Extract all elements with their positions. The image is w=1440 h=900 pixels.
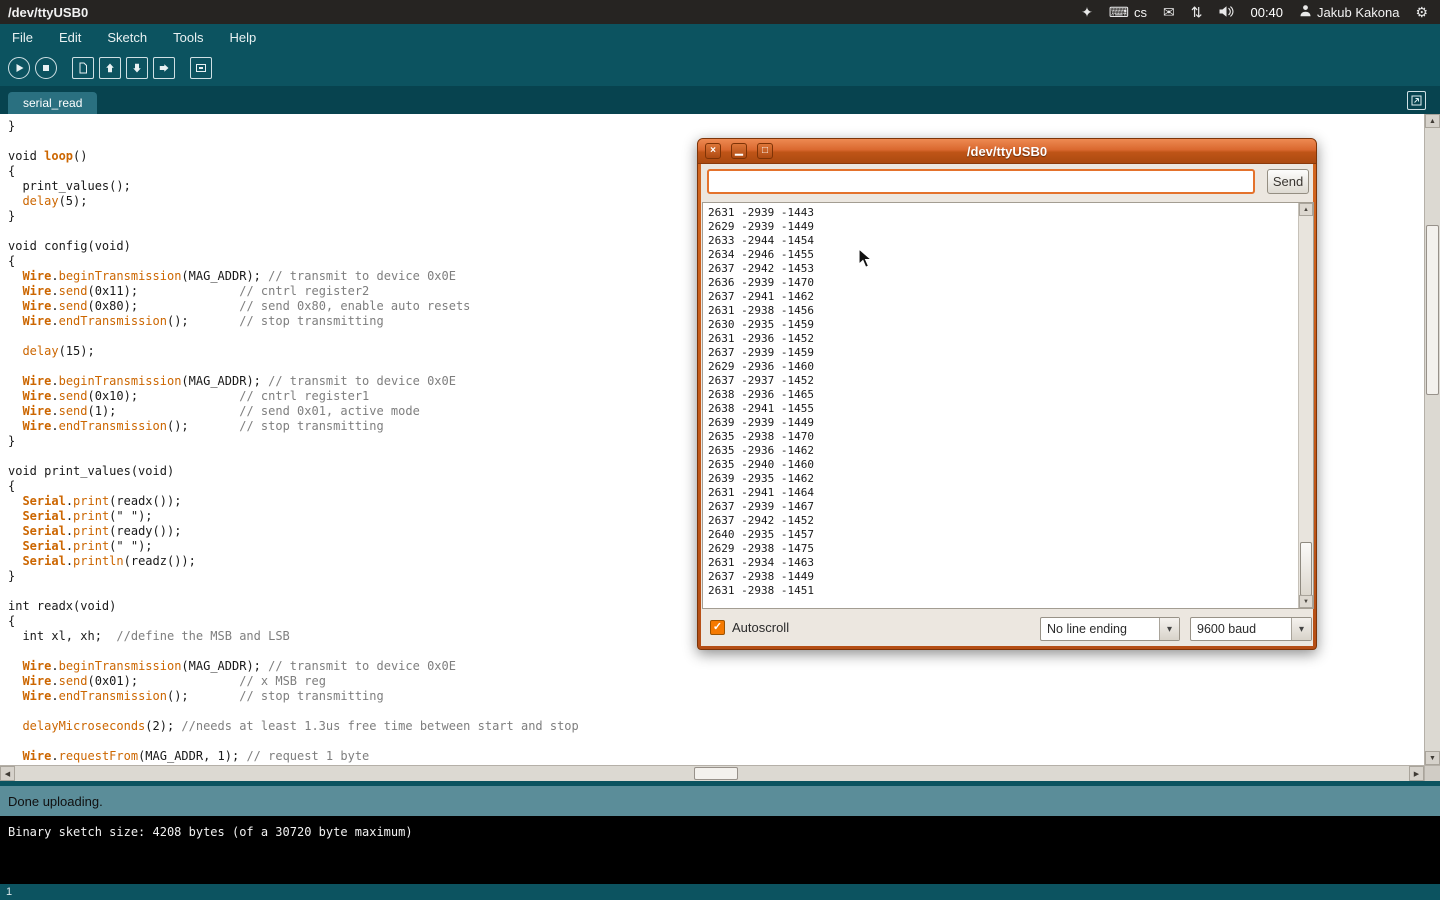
- console-output: Binary sketch size: 4208 bytes (of a 307…: [0, 816, 1440, 884]
- menu-help[interactable]: Help: [229, 30, 256, 45]
- status-bar: Done uploading.: [0, 786, 1440, 816]
- serial-output-area[interactable]: 2631 -2939 -1443 2629 -2939 -1449 2633 -…: [702, 202, 1314, 609]
- scroll-right-button[interactable]: ▶: [1409, 766, 1424, 781]
- current-line-number: 1: [6, 886, 12, 898]
- play-icon: [13, 62, 25, 74]
- serial-send-input[interactable]: [707, 169, 1255, 194]
- baud-rate-value: 9600 baud: [1191, 622, 1291, 636]
- keyboard-layout-indicator[interactable]: ⌨ cs: [1109, 5, 1147, 20]
- verify-button[interactable]: [8, 57, 30, 79]
- new-sketch-button[interactable]: [72, 57, 94, 79]
- serial-scroll-down-button[interactable]: ▼: [1299, 595, 1313, 608]
- editor-vertical-scrollbar[interactable]: ▲ ▼: [1424, 114, 1440, 765]
- serial-monitor-titlebar[interactable]: × ▁ □ /dev/ttyUSB0: [698, 139, 1316, 164]
- arrow-down-icon: [131, 62, 143, 74]
- user-menu[interactable]: Jakub Kakona: [1299, 4, 1399, 20]
- autoscroll-checkbox[interactable]: ✓ Autoscroll: [710, 620, 789, 635]
- serial-monitor-icon: [195, 62, 207, 74]
- serial-output-text: 2631 -2939 -1443 2629 -2939 -1449 2633 -…: [703, 203, 1298, 608]
- tab-menu-icon: [1411, 95, 1422, 106]
- panel-window-title: /dev/ttyUSB0: [0, 5, 88, 20]
- serial-scroll-up-button[interactable]: ▲: [1299, 203, 1313, 216]
- dropdown-arrow-icon[interactable]: ▾: [1159, 618, 1179, 640]
- vertical-scroll-thumb[interactable]: [1426, 225, 1439, 395]
- keyboard-icon: ⌨: [1109, 5, 1129, 19]
- serial-monitor-button[interactable]: [190, 57, 212, 79]
- mail-icon[interactable]: ✉: [1163, 5, 1175, 19]
- tab-serial-read[interactable]: serial_read: [8, 92, 97, 114]
- ide-menubar: File Edit Sketch Tools Help: [0, 24, 1440, 50]
- tab-menu-button[interactable]: [1407, 91, 1426, 110]
- session-gear-icon[interactable]: ⚙: [1415, 5, 1428, 19]
- username-label: Jakub Kakona: [1317, 5, 1399, 20]
- line-indicator-bar: 1: [0, 884, 1440, 900]
- indicator-applet-icon[interactable]: ✦: [1081, 5, 1093, 19]
- serial-output-scrollbar[interactable]: ▲ ▼: [1298, 203, 1313, 608]
- mouse-cursor: [858, 248, 873, 270]
- ide-toolbar: [0, 50, 1440, 86]
- minimize-button[interactable]: ▁: [731, 143, 747, 159]
- stop-icon: [40, 62, 52, 74]
- line-ending-value: No line ending: [1041, 622, 1159, 636]
- save-button[interactable]: [126, 57, 148, 79]
- scroll-up-button[interactable]: ▲: [1425, 114, 1440, 128]
- network-traffic-icon[interactable]: ⇅: [1191, 5, 1203, 19]
- screen: /dev/ttyUSB0 ✦ ⌨ cs ✉ ⇅ 00:40 Jakub Kako…: [0, 0, 1440, 900]
- scrollbar-corner: [1424, 765, 1440, 781]
- serial-monitor-body: Send 2631 -2939 -1443 2629 -2939 -1449 2…: [701, 164, 1313, 646]
- new-file-icon: [77, 62, 89, 74]
- stop-button[interactable]: [35, 57, 57, 79]
- window-controls: × ▁ □: [705, 143, 773, 159]
- open-button[interactable]: [99, 57, 121, 79]
- scroll-down-button[interactable]: ▼: [1425, 751, 1440, 765]
- line-ending-select[interactable]: No line ending ▾: [1040, 617, 1180, 641]
- maximize-button[interactable]: □: [757, 143, 773, 159]
- scroll-left-button[interactable]: ◀: [0, 766, 15, 781]
- editor-tabbar: serial_read: [0, 86, 1440, 114]
- keyboard-layout-label: cs: [1134, 5, 1147, 20]
- serial-monitor-controls: ✓ Autoscroll No line ending ▾ 9600 baud …: [701, 616, 1313, 642]
- user-icon: [1299, 4, 1312, 20]
- baud-rate-select[interactable]: 9600 baud ▾: [1190, 617, 1312, 641]
- system-tray: ✦ ⌨ cs ✉ ⇅ 00:40 Jakub Kakona ⚙: [1081, 4, 1440, 20]
- send-button[interactable]: Send: [1267, 169, 1309, 194]
- close-button[interactable]: ×: [705, 143, 721, 159]
- dropdown-arrow-icon[interactable]: ▾: [1291, 618, 1311, 640]
- menu-file[interactable]: File: [12, 30, 33, 45]
- top-panel: /dev/ttyUSB0 ✦ ⌨ cs ✉ ⇅ 00:40 Jakub Kako…: [0, 0, 1440, 24]
- upload-button[interactable]: [153, 57, 175, 79]
- menu-edit[interactable]: Edit: [59, 30, 81, 45]
- checkbox-checked-icon: ✓: [710, 620, 725, 635]
- autoscroll-label: Autoscroll: [732, 620, 789, 635]
- arrow-right-icon: [158, 62, 170, 74]
- serial-monitor-window: × ▁ □ /dev/ttyUSB0 Send 2631 -2939 -1443…: [697, 138, 1317, 650]
- volume-icon[interactable]: [1218, 5, 1234, 20]
- arrow-up-icon: [104, 62, 116, 74]
- clock[interactable]: 00:40: [1250, 5, 1283, 20]
- horizontal-scroll-thumb[interactable]: [694, 767, 738, 780]
- tab-label: serial_read: [23, 96, 82, 110]
- menu-tools[interactable]: Tools: [173, 30, 203, 45]
- serial-scroll-thumb[interactable]: [1300, 542, 1312, 596]
- status-text: Done uploading.: [8, 794, 103, 809]
- menu-sketch[interactable]: Sketch: [107, 30, 147, 45]
- serial-monitor-title: /dev/ttyUSB0: [698, 139, 1316, 164]
- editor-horizontal-scrollbar[interactable]: ◀ ▶: [0, 765, 1424, 781]
